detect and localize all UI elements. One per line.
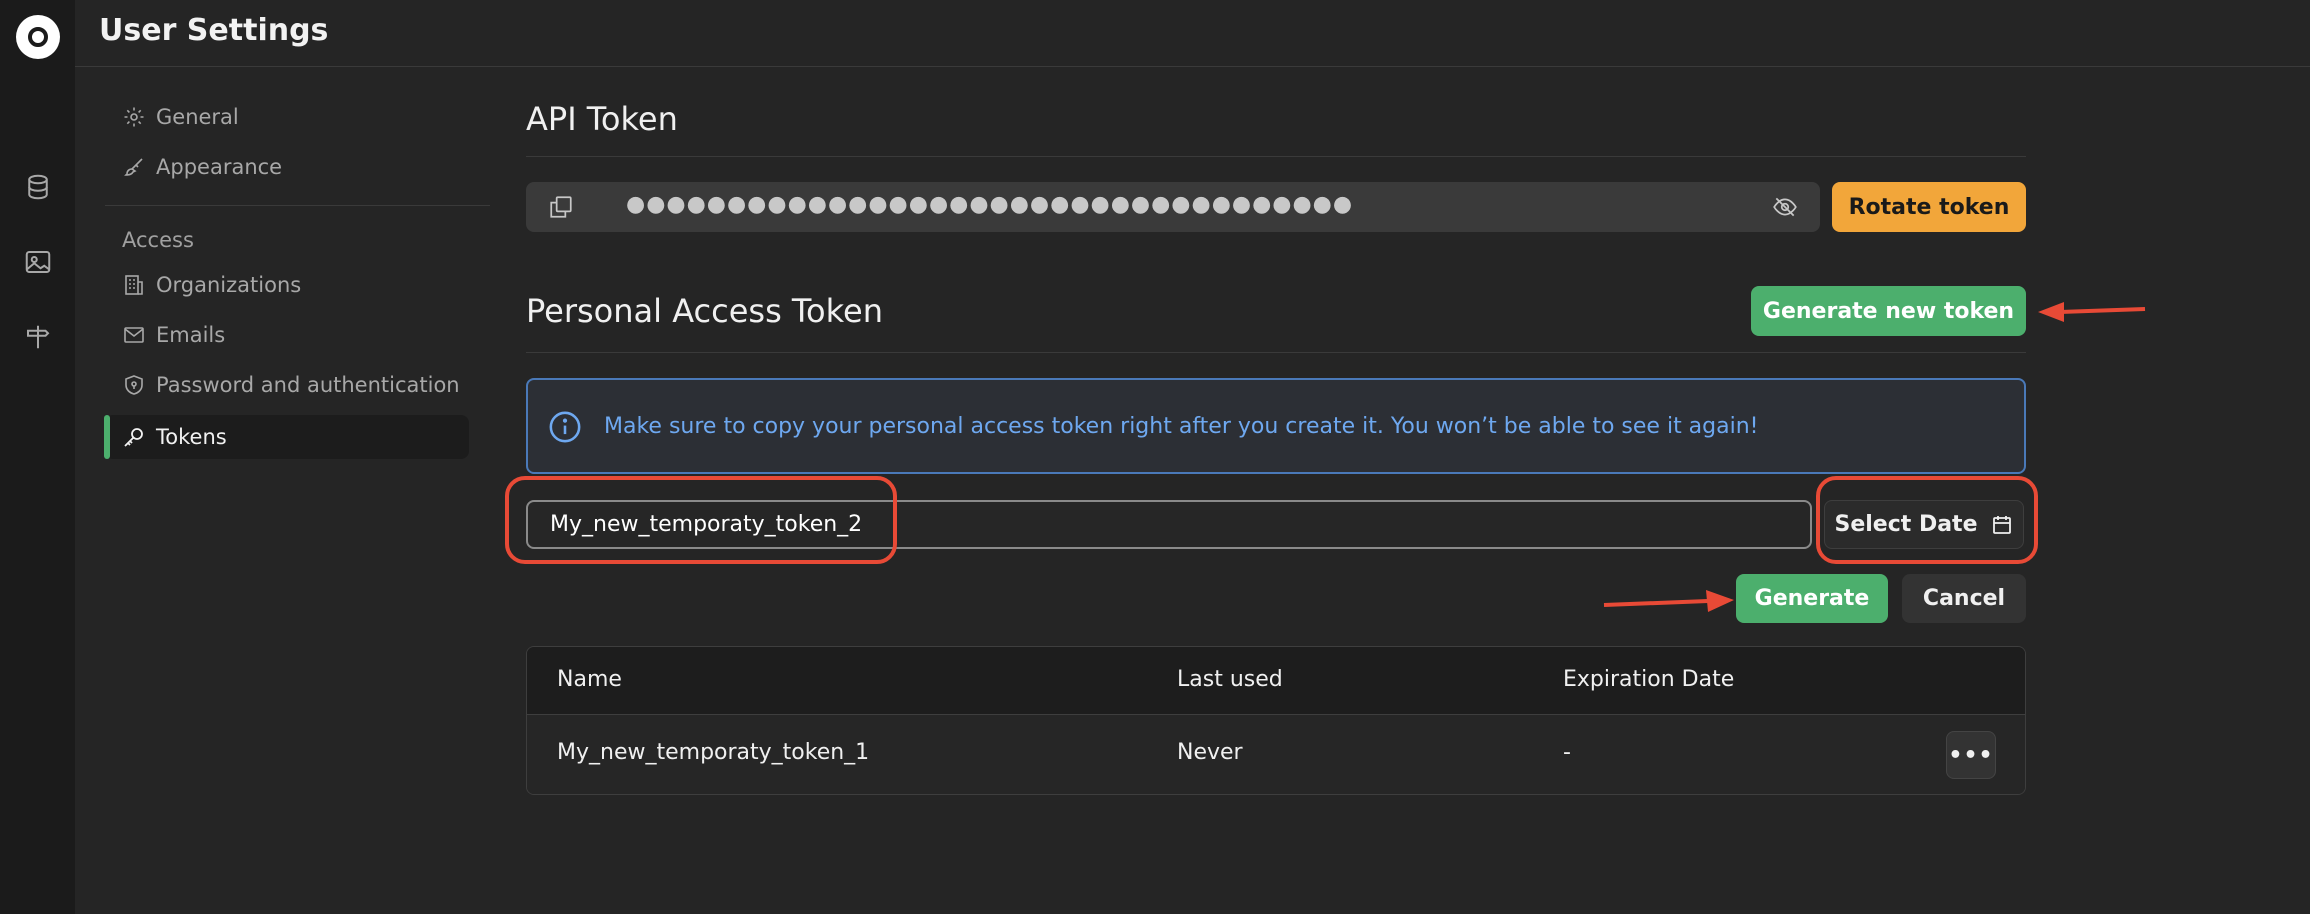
generate-new-token-button[interactable]: Generate new token (1751, 286, 2026, 336)
key-icon (124, 428, 143, 447)
mail-icon (124, 327, 144, 343)
cancel-button[interactable]: Cancel (1902, 574, 2026, 623)
app-logo[interactable] (16, 15, 60, 59)
token-last-used: Never (1177, 740, 1243, 765)
nav-item-organizations[interactable]: Organizations (105, 263, 469, 307)
active-indicator (104, 415, 110, 459)
token-expiration: - (1563, 740, 1571, 765)
shield-icon (125, 375, 143, 395)
info-text: Make sure to copy your personal access t… (604, 414, 1759, 439)
api-token-field: ●●●●●●●●●●●●●●●●●●●●●●●●●●●●●●●●●●●● (526, 182, 1820, 232)
eye-off-icon[interactable] (1772, 194, 1798, 220)
nav-label: Tokens (156, 425, 227, 449)
nav-item-appearance[interactable]: Appearance (105, 145, 469, 189)
select-date-button[interactable]: Select Date (1824, 500, 2024, 549)
calendar-icon (1992, 515, 2011, 534)
database-icon[interactable] (23, 172, 53, 202)
nav-label: Appearance (156, 155, 283, 179)
column-header-last-used: Last used (1177, 667, 1283, 692)
api-token-title: API Token (526, 100, 678, 138)
more-horizontal-icon: ••• (1948, 742, 1994, 768)
brush-icon (124, 158, 143, 176)
nav-section-access: Access (122, 228, 194, 252)
api-token-masked: ●●●●●●●●●●●●●●●●●●●●●●●●●●●●●●●●●●●● (626, 192, 1354, 217)
nav-item-general[interactable]: General (105, 95, 469, 139)
tokens-table: Name Last used Expiration Date My_new_te… (526, 646, 2026, 795)
nav-divider (105, 205, 490, 206)
page-title: User Settings (99, 13, 329, 48)
divider (526, 156, 2026, 157)
nav-label: Emails (156, 323, 226, 347)
column-header-name: Name (557, 667, 622, 692)
column-header-expiration: Expiration Date (1563, 667, 1735, 692)
divider (526, 352, 2026, 353)
annotation-arrow-generate (1603, 590, 1734, 612)
info-banner: Make sure to copy your personal access t… (526, 378, 2026, 474)
nav-item-password[interactable]: Password and authentication (105, 363, 469, 407)
annotation-arrow-generate-new (2038, 302, 2146, 322)
rotate-token-button[interactable]: Rotate token (1832, 182, 2026, 232)
pat-title: Personal Access Token (526, 292, 883, 330)
token-name: My_new_temporaty_token_1 (557, 740, 870, 765)
building-icon (125, 275, 143, 295)
table-row: My_new_temporaty_token_1 Never - ••• (527, 715, 2025, 794)
generate-button[interactable]: Generate (1736, 574, 1888, 623)
token-name-input[interactable] (526, 500, 1812, 549)
nav-item-emails[interactable]: Emails (105, 313, 469, 357)
nav-label: General (156, 105, 239, 129)
image-icon[interactable] (23, 247, 53, 277)
top-bar: User Settings (75, 0, 2310, 67)
select-date-label: Select Date (1834, 512, 1978, 537)
signpost-icon[interactable] (23, 322, 53, 352)
nav-label: Password and authentication (156, 373, 460, 397)
info-icon (549, 411, 581, 443)
app-rail (0, 0, 75, 914)
copy-icon[interactable] (548, 194, 574, 220)
nav-item-tokens[interactable]: Tokens (104, 415, 469, 459)
nav-label: Organizations (156, 273, 302, 297)
more-options-button[interactable]: ••• (1946, 731, 1996, 779)
table-header: Name Last used Expiration Date (527, 647, 2025, 715)
gear-icon (124, 107, 144, 127)
